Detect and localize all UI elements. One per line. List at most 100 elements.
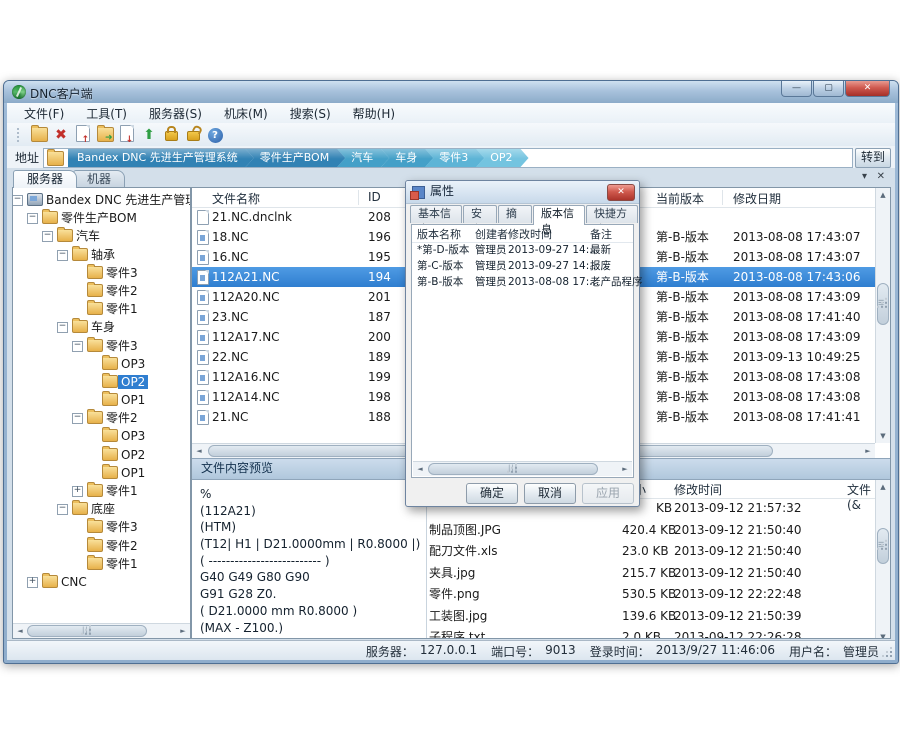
list-item[interactable]: 子程序.txt2.0 KB2013-09-12 22:26:28 [419,627,875,639]
collapse-icon[interactable]: − [57,504,68,515]
version-row[interactable]: 第-C-版本管理员2013-09-27 14:...报废 [412,258,633,274]
list-item[interactable]: 夹具.jpg215.7 KB2013-09-12 21:50:40 [419,563,875,585]
expand-icon[interactable]: + [27,577,38,588]
tree-node-底座[interactable]: −底座 [13,500,190,518]
menu-item-6[interactable]: 帮助(H) [342,103,406,124]
column-id[interactable]: ID [368,190,381,204]
tab-machine[interactable]: 机器 [73,170,125,188]
menu-item-2[interactable]: 工具(T) [75,103,138,124]
dialog-hscrollbar[interactable]: ◄ ► ||| [413,461,632,476]
chevron-down-icon[interactable]: ▾ [862,171,867,182]
maximize-button[interactable]: ▢ [813,81,844,97]
close-button[interactable]: ✕ [845,81,890,97]
attachment-vscrollbar[interactable]: ▲ ▼ ☰ [875,480,890,639]
collapse-icon[interactable]: − [42,231,53,242]
collapse-icon[interactable]: − [57,322,68,333]
tree-node-OP1[interactable]: OP1 [13,391,190,409]
dialog-tab-摘要[interactable]: 摘要 [498,205,532,223]
address-box[interactable]: Bandex DNC 先进生产管理系统零件生产BOM汽车车身零件3OP2 [43,148,853,168]
tree-node-零件3[interactable]: 零件3 [13,518,190,536]
tree-node-零件2[interactable]: −零件2 [13,409,190,427]
version-row[interactable]: 第-B-版本管理员2013-08-08 17:...老产品程序 [412,274,633,290]
dialog-close-button[interactable]: ✕ [607,184,635,201]
scroll-left-icon[interactable]: ◄ [13,624,27,638]
file-list-vscrollbar[interactable]: ▲ ▼ ☰ [875,188,890,443]
scroll-thumb[interactable]: ||| [27,625,147,637]
tree-node-零件生产BOM[interactable]: −零件生产BOM [13,209,190,227]
tree-node-OP3[interactable]: OP3 [13,427,190,445]
collapse-icon[interactable]: − [57,250,68,261]
scroll-right-icon[interactable]: ► [176,624,190,638]
tree-node-CNC[interactable]: +CNC [13,573,190,591]
tree-node-OP3[interactable]: OP3 [13,355,190,373]
breadcrumb-segment-5[interactable]: 零件3 [425,149,484,167]
tree-node-OP2[interactable]: OP2 [13,373,190,391]
dialog-tab-安全[interactable]: 安全 [463,205,497,223]
breadcrumb-segment-1[interactable]: Bandex DNC 先进生产管理系统 [68,149,254,167]
column-file-name[interactable]: 文件名称 [212,190,260,207]
dialog-title-bar[interactable]: 属性 ✕ [406,181,639,204]
scroll-thumb[interactable]: ☰ [877,283,889,325]
checkin-file-icon[interactable]: ↑ [72,125,94,145]
collapse-icon[interactable]: − [13,195,23,206]
tree-node-零件1[interactable]: +零件1 [13,482,190,500]
tree-node-轴承[interactable]: −轴承 [13,246,190,264]
resize-grip[interactable] [883,648,893,658]
breadcrumb-segment-2[interactable]: 零件生产BOM [246,149,346,167]
dialog-tab-基本信息[interactable]: 基本信息 [410,205,462,223]
tree-node-零件3[interactable]: −零件3 [13,337,190,355]
scroll-up-icon[interactable]: ▲ [876,480,890,494]
cancel-button[interactable]: 取消 [524,483,576,504]
tree-node-零件1[interactable]: 零件1 [13,300,190,318]
checkout-file-icon[interactable]: ↓ [116,125,138,145]
list-item[interactable]: 配刀文件.xls23.0 KB2013-09-12 21:50:40 [419,541,875,563]
delete-icon[interactable]: ✖ [50,125,72,145]
scroll-down-icon[interactable]: ▼ [876,630,890,639]
scroll-right-icon[interactable]: ► [861,444,875,458]
collapse-icon[interactable]: − [72,341,83,352]
minimize-button[interactable]: — [781,81,812,97]
new-folder-icon[interactable] [28,125,50,145]
help-icon[interactable]: ? [204,125,226,145]
scroll-thumb[interactable]: ☰ [877,528,889,564]
scroll-up-icon[interactable]: ▲ [876,188,890,202]
scroll-right-icon[interactable]: ► [618,462,632,476]
menu-item-1[interactable]: 文件(F) [13,103,75,124]
scroll-left-icon[interactable]: ◄ [413,462,427,476]
tree-node-零件2[interactable]: 零件2 [13,282,190,300]
column-current-version[interactable]: 当前版本 [656,190,704,207]
column-modified-time[interactable]: 修改时间 [674,481,722,498]
dialog-tab-快捷方式[interactable]: 快捷方式 [586,205,638,223]
tab-server[interactable]: 服务器 [13,170,77,188]
version-row[interactable]: *第-D-版本管理员2013-09-27 14:...最新 [412,242,633,258]
collapse-icon[interactable]: − [27,213,38,224]
column-creator[interactable]: 创建者 [475,226,508,242]
tree-node-Bandex DNC 先进生产管理系统[interactable]: −Bandex DNC 先进生产管理系统 [13,191,190,209]
tree-node-零件1[interactable]: 零件1 [13,555,190,573]
title-bar[interactable]: DNC客户端 — ▢ ✕ [4,81,898,103]
tree-hscrollbar[interactable]: ◄ ► ||| [13,623,190,638]
list-item[interactable]: 零件.png530.5 KB2013-09-12 22:22:48 [419,584,875,606]
scroll-left-icon[interactable]: ◄ [192,444,206,458]
column-version-name[interactable]: 版本名称 [417,226,461,242]
scroll-thumb[interactable]: ||| [428,463,598,475]
list-item[interactable]: 制品顶图.JPG420.4 KB2013-09-12 21:50:40 [419,520,875,542]
lock-icon[interactable] [160,125,182,145]
menu-item-3[interactable]: 服务器(S) [138,103,213,124]
tree-node-车身[interactable]: −车身 [13,318,190,336]
collapse-icon[interactable]: − [72,413,83,424]
menu-item-5[interactable]: 搜索(S) [279,103,342,124]
go-button[interactable]: 转到 [855,148,891,168]
tree-node-零件3[interactable]: 零件3 [13,264,190,282]
tree-node-OP1[interactable]: OP1 [13,464,190,482]
list-item[interactable]: 工装图.jpg139.6 KB2013-09-12 21:50:39 [419,606,875,628]
unlock-icon[interactable] [182,125,204,145]
column-modified-date[interactable]: 修改日期 [733,190,781,207]
column-note[interactable]: 备注 [590,226,612,242]
tree-node-OP2[interactable]: OP2 [13,446,190,464]
ok-button[interactable]: 确定 [466,483,518,504]
upload-icon[interactable]: ⬆ [138,125,160,145]
panel-close-icon[interactable]: ✕ [877,171,885,182]
dialog-tab-版本信息[interactable]: 版本信息 [533,205,585,225]
expand-icon[interactable]: + [72,486,83,497]
